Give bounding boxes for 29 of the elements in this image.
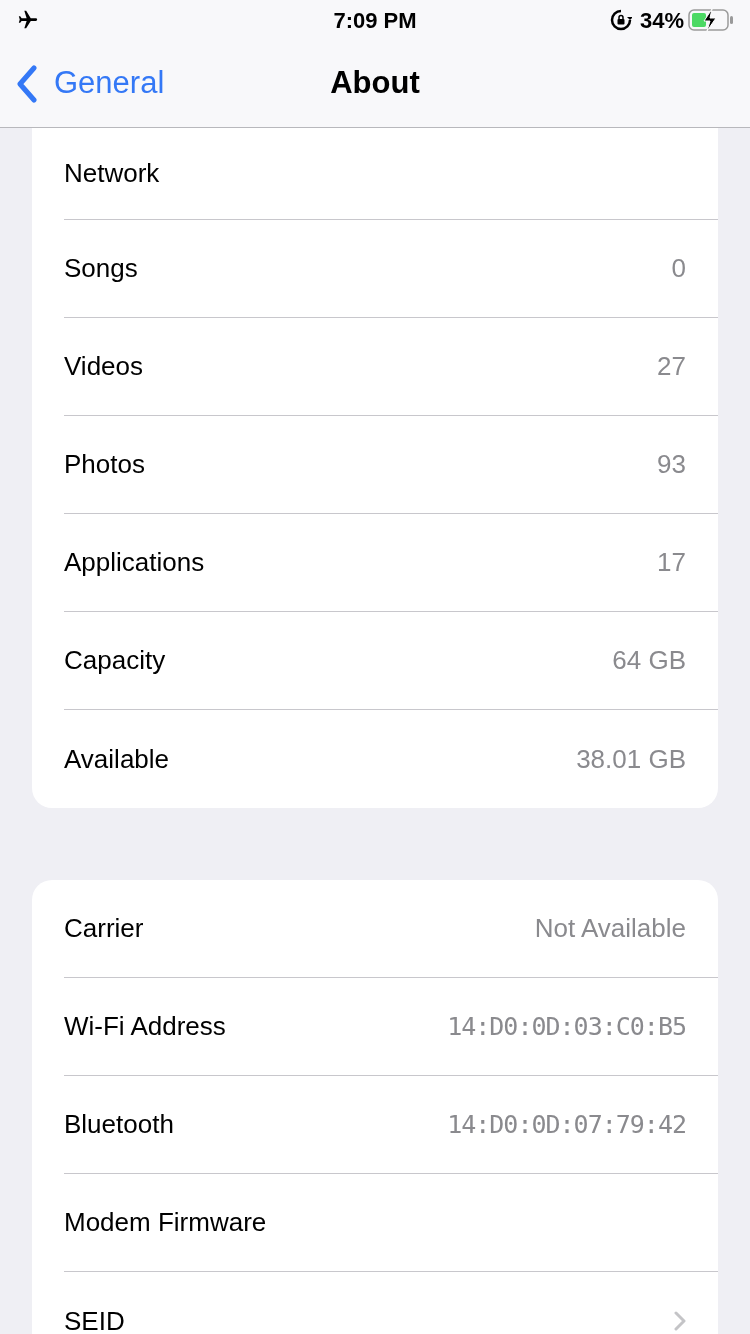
chevron-icon (674, 1311, 686, 1331)
row-label: Capacity (64, 644, 166, 677)
row-label: Available (64, 742, 170, 776)
rotation-lock-icon (609, 9, 632, 31)
row-value: 64 GB (612, 644, 686, 677)
status-time: 7:09 PM (333, 6, 417, 35)
battery-percent: 34% (639, 6, 684, 35)
row-label: Network (64, 157, 160, 190)
row-label: Carrier (64, 912, 144, 945)
row-label: Modem Firmware (64, 1206, 267, 1239)
row-label: SEID (64, 1304, 125, 1334)
row-label: Wi-Fi Address (64, 1010, 226, 1043)
back-button[interactable]: General (16, 60, 165, 107)
row-label: Photos (64, 448, 145, 481)
back-chevron-icon (16, 64, 38, 103)
row-label: Videos (64, 350, 144, 383)
row-value: 38.01 GB (576, 742, 686, 776)
row-label: Bluetooth (64, 1108, 174, 1141)
row-value: 27 (657, 350, 686, 383)
battery-icon (688, 8, 734, 32)
row-value: 0 (671, 252, 686, 285)
page-title: About (330, 64, 420, 103)
row-value: 14:D0:0D:03:C0:B5 (447, 1010, 686, 1043)
row-value: 17 (657, 546, 686, 579)
row-label: Songs (64, 252, 138, 285)
row-value: Not Available (534, 912, 686, 945)
row-value: 93 (657, 448, 686, 481)
row-value: 14:D0:0D:07:79:42 (447, 1108, 686, 1141)
row-label: Applications (64, 546, 205, 579)
